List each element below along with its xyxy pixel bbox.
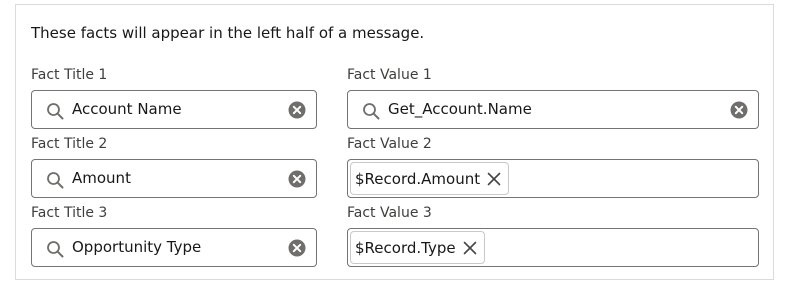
pill-label: $Record.Amount [355, 169, 481, 188]
remove-pill-icon[interactable] [462, 240, 478, 256]
search-icon [47, 172, 64, 189]
fact-title-1-field[interactable]: Account Name [31, 90, 317, 129]
resource-pill[interactable]: $Record.Amount [350, 162, 510, 195]
remove-pill-icon[interactable] [486, 171, 502, 187]
search-icon [363, 103, 380, 120]
fact-value-2-field[interactable]: $Record.Amount [347, 159, 759, 198]
fact-value-3-label: Fact Value 3 [347, 205, 432, 221]
fact-value-3-field[interactable]: $Record.Type [347, 228, 759, 267]
fact-title-2-value: Amount [72, 169, 131, 187]
fact-value-1-field[interactable]: Get_Account.Name [347, 90, 759, 129]
search-icon [47, 241, 64, 258]
clear-icon[interactable] [288, 239, 306, 257]
clear-icon[interactable] [288, 101, 306, 119]
fact-title-3-field[interactable]: Opportunity Type [31, 228, 317, 267]
fact-title-1-value: Account Name [72, 100, 182, 118]
fact-value-1-value: Get_Account.Name [388, 100, 532, 118]
clear-icon[interactable] [288, 170, 306, 188]
fact-value-2-label: Fact Value 2 [347, 136, 432, 152]
panel-description: These facts will appear in the left half… [31, 24, 425, 42]
fact-value-1-label: Fact Value 1 [347, 67, 432, 83]
fact-title-3-value: Opportunity Type [72, 238, 202, 256]
resource-pill[interactable]: $Record.Type [350, 231, 485, 264]
clear-icon[interactable] [730, 101, 748, 119]
fact-title-1-label: Fact Title 1 [31, 67, 108, 83]
pill-label: $Record.Type [355, 238, 456, 257]
fact-title-3-label: Fact Title 3 [31, 205, 108, 221]
search-icon [47, 103, 64, 120]
fact-title-2-label: Fact Title 2 [31, 136, 108, 152]
fact-title-2-field[interactable]: Amount [31, 159, 317, 198]
